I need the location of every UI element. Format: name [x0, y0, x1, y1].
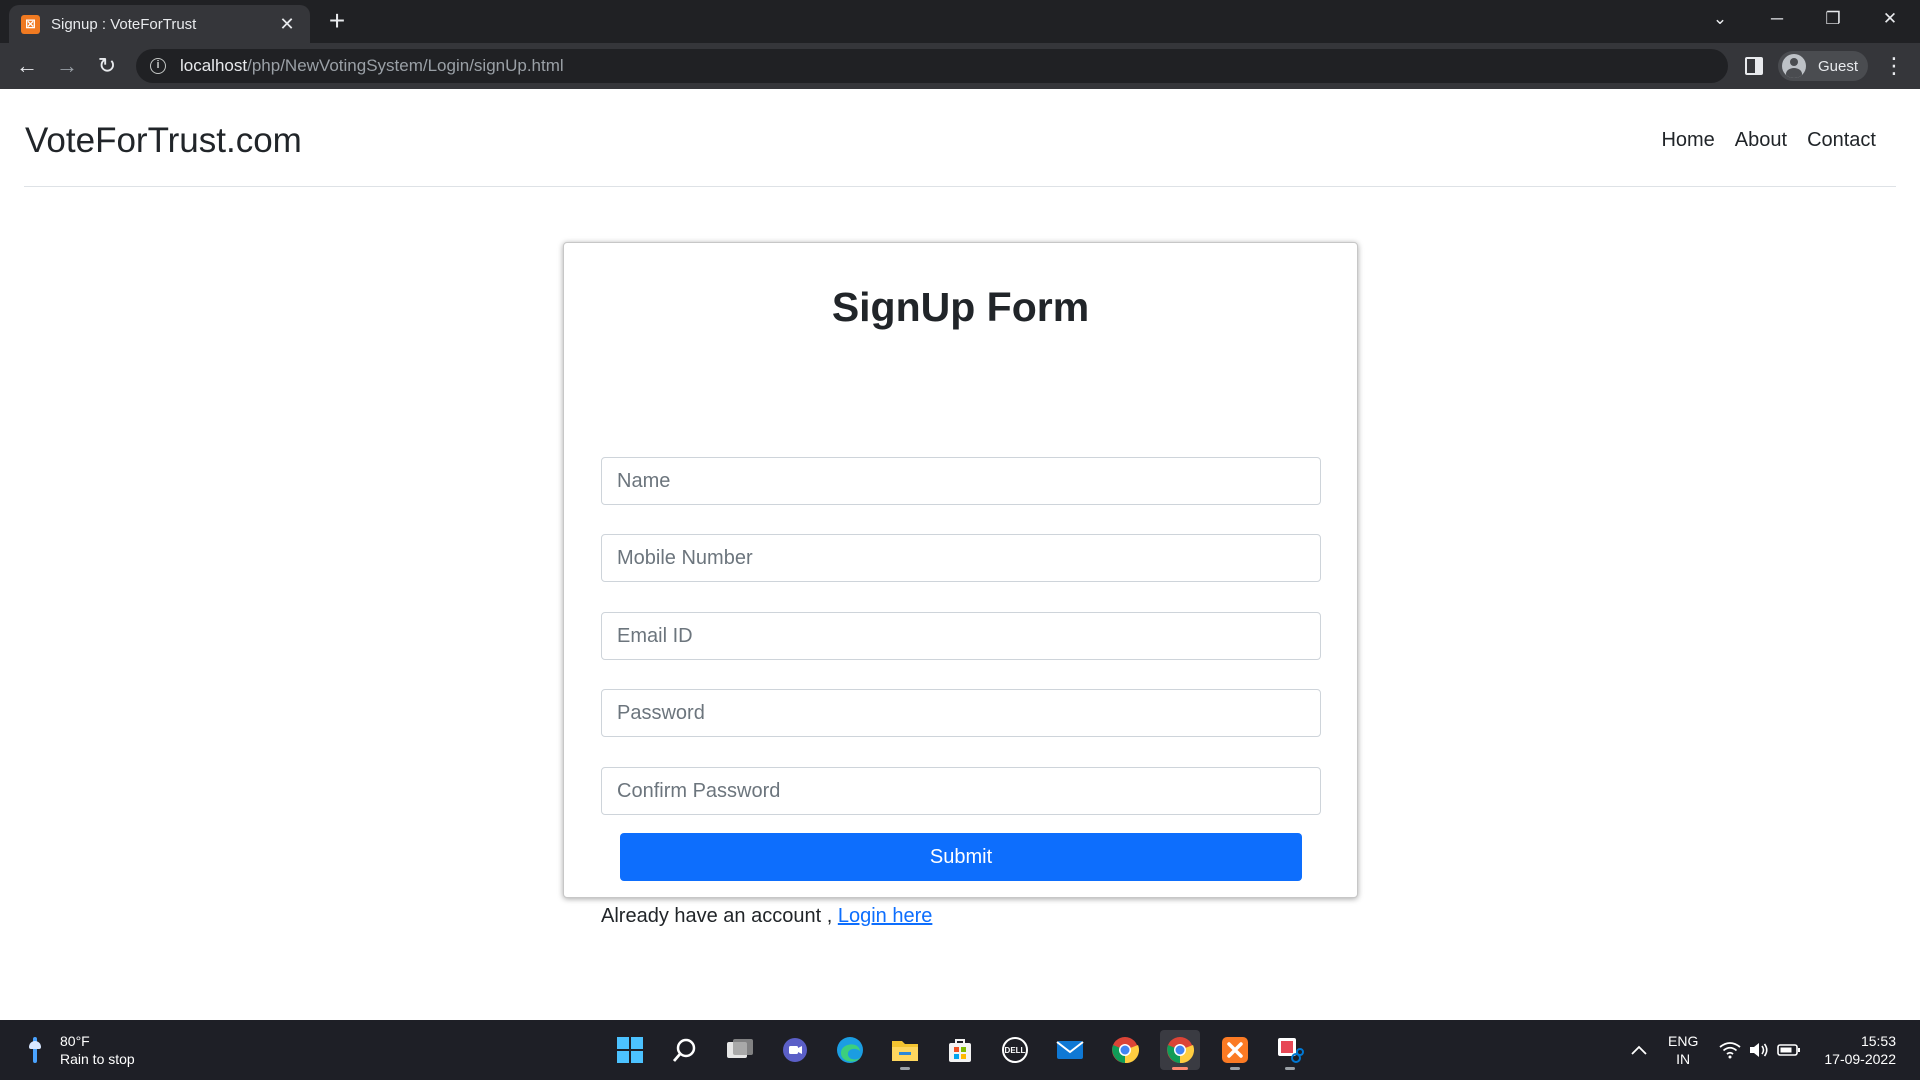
mobile-number-input[interactable] [601, 534, 1321, 582]
microsoft-store-icon[interactable] [940, 1030, 980, 1070]
confirm-password-input[interactable] [601, 767, 1321, 815]
profile-button[interactable]: Guest [1778, 51, 1868, 81]
site-navbar: VoteForTrust.com Home About Contact [24, 89, 1896, 187]
weather-temperature: 80°F [60, 1033, 90, 1049]
tab-search-icon[interactable]: ⌄ [1700, 5, 1740, 33]
file-explorer-icon[interactable] [885, 1030, 925, 1070]
forward-icon[interactable]: → [51, 50, 83, 82]
browser-tab[interactable]: ⊠ Signup : VoteForTrust ✕ [9, 5, 310, 43]
url-text: localhost/php/NewVotingSystem/Login/sign… [180, 56, 564, 75]
xampp-icon: ⊠ [21, 14, 40, 34]
tab-title: Signup : VoteForTrust [51, 15, 197, 33]
signup-card: SignUp Form Submit Already have an accou… [563, 242, 1358, 927]
login-prompt: Already have an account , Login here [601, 905, 932, 928]
new-tab-button[interactable]: + [322, 6, 352, 36]
form-title: SignUp Form [831, 284, 1090, 330]
reload-icon[interactable]: ↻ [91, 50, 123, 82]
avatar-icon [1782, 54, 1806, 78]
info-icon[interactable]: i [150, 58, 166, 74]
profile-label: Guest [1818, 57, 1859, 75]
restore-button[interactable]: ❐ [1813, 5, 1853, 33]
battery-icon[interactable] [1774, 1030, 1804, 1070]
start-icon[interactable] [610, 1030, 650, 1070]
weather-description: Rain to stop [60, 1051, 135, 1067]
running-indicator [1285, 1067, 1295, 1070]
nav-link-about[interactable]: About [1735, 129, 1787, 152]
snipping-tool-icon[interactable] [1270, 1030, 1310, 1070]
search-icon[interactable] [665, 1030, 705, 1070]
side-panel-icon[interactable] [1745, 57, 1763, 75]
submit-button[interactable]: Submit [620, 833, 1302, 881]
taskbar: 80°F Rain to stop DELL ENG IN 15:53 17-0… [0, 1020, 1920, 1080]
clock-date: 17-09-2022 [1824, 1051, 1896, 1067]
browser-tab-bar: ⊠ Signup : VoteForTrust ✕ + ⌄ ─ ❐ ✕ [0, 0, 1920, 43]
running-indicator [1230, 1067, 1240, 1070]
edge-icon[interactable] [830, 1030, 870, 1070]
login-prompt-text: Already have an account , [601, 905, 833, 927]
address-bar[interactable]: i localhost/php/NewVotingSystem/Login/si… [136, 49, 1728, 83]
volume-icon[interactable] [1745, 1030, 1773, 1070]
menu-icon[interactable]: ⋮ [1882, 50, 1906, 82]
language-indicator[interactable]: ENG IN [1668, 1032, 1698, 1068]
minimize-button[interactable]: ─ [1757, 5, 1797, 33]
close-window-button[interactable]: ✕ [1870, 5, 1910, 33]
xampp-icon[interactable] [1215, 1030, 1255, 1070]
running-indicator [900, 1067, 910, 1070]
name-input[interactable] [601, 457, 1321, 505]
mail-icon[interactable] [1050, 1030, 1090, 1070]
nav-link-contact[interactable]: Contact [1807, 129, 1876, 152]
weather-icon [28, 1035, 42, 1065]
chrome-icon[interactable] [1105, 1030, 1145, 1070]
email-input[interactable] [601, 612, 1321, 660]
password-input[interactable] [601, 689, 1321, 737]
browser-toolbar: ← → ↻ i localhost/php/NewVotingSystem/Lo… [0, 43, 1920, 89]
active-indicator [1172, 1067, 1188, 1070]
clock-time: 15:53 [1860, 1033, 1896, 1049]
language-code: ENG [1668, 1033, 1699, 1049]
task-view-icon[interactable] [720, 1030, 760, 1070]
close-icon[interactable]: ✕ [276, 14, 298, 35]
login-link[interactable]: Login here [838, 905, 933, 927]
svg-text:DELL: DELL [1005, 1046, 1026, 1055]
wifi-icon[interactable] [1716, 1030, 1744, 1070]
region-code: IN [1676, 1051, 1691, 1067]
nav-link-home[interactable]: Home [1661, 129, 1714, 152]
clock[interactable]: 15:53 17-09-2022 [1818, 1032, 1896, 1068]
teams-chat-icon[interactable] [775, 1030, 815, 1070]
dell-icon[interactable]: DELL [995, 1030, 1035, 1070]
chevron-up-icon[interactable] [1620, 1030, 1658, 1070]
chrome-active-icon[interactable] [1160, 1030, 1200, 1070]
web-page: VoteForTrust.com Home About Contact Sign… [0, 89, 1920, 1020]
site-brand[interactable]: VoteForTrust.com [25, 121, 302, 161]
nav-links: Home About Contact [1661, 129, 1876, 152]
back-icon[interactable]: ← [11, 50, 43, 82]
weather-widget[interactable]: 80°F Rain to stop [28, 1032, 135, 1068]
